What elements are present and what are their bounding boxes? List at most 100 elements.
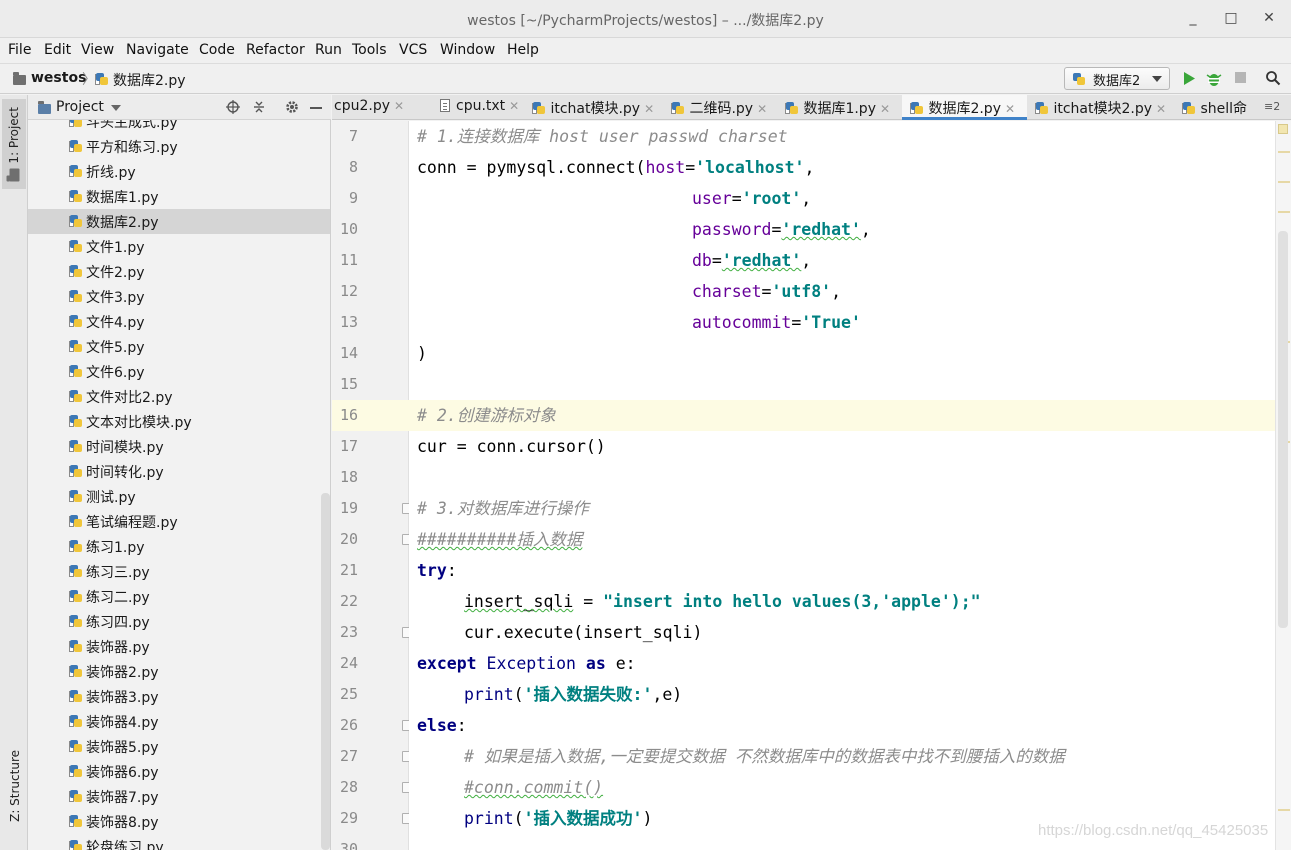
code-string: '插入数据成功' bbox=[523, 809, 643, 828]
menu-file[interactable]: File bbox=[8, 42, 31, 58]
hide-panel-icon[interactable] bbox=[310, 107, 322, 109]
tree-file-item[interactable]: 笔试编程题.py bbox=[28, 509, 330, 534]
breadcrumb-project[interactable]: westos bbox=[31, 70, 86, 86]
close-icon[interactable]: ✕ bbox=[394, 99, 404, 113]
tree-file-item[interactable]: 文件1.py bbox=[28, 234, 330, 259]
code-param: charset bbox=[692, 282, 762, 301]
python-file-icon bbox=[95, 72, 109, 86]
search-icon[interactable] bbox=[1265, 70, 1281, 86]
marker[interactable] bbox=[1278, 809, 1290, 811]
gear-icon[interactable] bbox=[285, 100, 299, 114]
menu-vcs[interactable]: VCS bbox=[399, 42, 427, 58]
close-icon[interactable]: ✕ bbox=[1156, 102, 1166, 116]
tree-file-item[interactable]: 装饰器7.py bbox=[28, 784, 330, 809]
python-file-icon bbox=[69, 689, 83, 703]
menu-refactor[interactable]: Refactor bbox=[246, 42, 305, 58]
tree-file-item[interactable]: 装饰器6.py bbox=[28, 759, 330, 784]
tree-file-item[interactable]: 练习四.py bbox=[28, 609, 330, 634]
run-icon[interactable] bbox=[1182, 71, 1196, 86]
tab-cpu2[interactable]: cpu2.py ✕ bbox=[332, 95, 434, 120]
project-view-select[interactable]: Project bbox=[56, 99, 104, 115]
structure-tool-tab[interactable]: Z: Structure bbox=[8, 750, 22, 822]
tree-file-item[interactable]: 装饰器4.py bbox=[28, 709, 330, 734]
locate-icon[interactable] bbox=[226, 100, 240, 114]
tree-file-item[interactable]: 测试.py bbox=[28, 484, 330, 509]
tree-file-item[interactable]: 斗头主成式.py bbox=[28, 120, 330, 134]
tree-file-item[interactable]: 文件5.py bbox=[28, 334, 330, 359]
menu-help[interactable]: Help bbox=[507, 42, 539, 58]
editor-scrollbar[interactable] bbox=[1278, 231, 1288, 628]
tree-file-item[interactable]: 练习1.py bbox=[28, 534, 330, 559]
tree-file-item[interactable]: 练习三.py bbox=[28, 559, 330, 584]
python-file-icon bbox=[785, 101, 799, 115]
code-line-24: except Exception as e: bbox=[409, 648, 1275, 679]
tree-file-item[interactable]: 装饰器.py bbox=[28, 634, 330, 659]
debug-icon[interactable] bbox=[1206, 70, 1222, 87]
text-file-icon bbox=[440, 99, 450, 112]
tree-file-item[interactable]: 时间模块.py bbox=[28, 434, 330, 459]
marker[interactable] bbox=[1278, 211, 1290, 213]
tree-file-label: 折线.py bbox=[86, 165, 136, 181]
code-string: 'redhat' bbox=[721, 251, 802, 270]
menu-run[interactable]: Run bbox=[315, 42, 342, 58]
tree-file-item[interactable]: 文本对比模块.py bbox=[28, 409, 330, 434]
code-editor[interactable]: # 1.连接数据库 host user passwd charset conn … bbox=[409, 121, 1275, 850]
project-scrollbar[interactable] bbox=[321, 493, 330, 850]
maximize-button[interactable]: □ bbox=[1221, 8, 1241, 28]
tree-file-item[interactable]: 数据库1.py bbox=[28, 184, 330, 209]
tree-file-item[interactable]: 装饰器8.py bbox=[28, 809, 330, 834]
tree-file-item[interactable]: 折线.py bbox=[28, 159, 330, 184]
tree-file-item[interactable]: 练习二.py bbox=[28, 584, 330, 609]
tree-file-item[interactable]: 文件3.py bbox=[28, 284, 330, 309]
breadcrumb-separator: 〉 bbox=[82, 72, 96, 88]
tree-file-label: 文件2.py bbox=[86, 265, 145, 281]
menu-edit[interactable]: Edit bbox=[44, 42, 71, 58]
tab-database2[interactable]: 数据库2.py ✕ bbox=[902, 95, 1027, 120]
tree-file-item[interactable]: 装饰器5.py bbox=[28, 734, 330, 759]
menu-navigate[interactable]: Navigate bbox=[126, 42, 189, 58]
tab-database1[interactable]: 数据库1.py ✕ bbox=[785, 95, 902, 120]
tab-itchat2[interactable]: itchat模块2.py ✕ bbox=[1035, 95, 1177, 120]
tree-file-item[interactable]: 时间转化.py bbox=[28, 459, 330, 484]
line-number: 11 bbox=[339, 251, 358, 269]
tree-file-item[interactable]: 装饰器3.py bbox=[28, 684, 330, 709]
stop-icon[interactable] bbox=[1235, 72, 1246, 83]
breadcrumb-file[interactable]: 数据库2.py bbox=[113, 70, 186, 90]
python-file-icon bbox=[69, 739, 83, 753]
menu-tools[interactable]: Tools bbox=[352, 42, 387, 58]
tree-file-item[interactable]: 数据库2.py bbox=[28, 209, 330, 234]
close-icon[interactable]: ✕ bbox=[757, 102, 767, 116]
chevron-down-icon[interactable] bbox=[111, 105, 121, 111]
menu-window[interactable]: Window bbox=[440, 42, 495, 58]
minimize-button[interactable]: _ bbox=[1183, 8, 1203, 28]
inspection-status-icon[interactable] bbox=[1278, 124, 1288, 134]
close-icon[interactable]: ✕ bbox=[644, 102, 654, 116]
tree-file-item[interactable]: 装饰器2.py bbox=[28, 659, 330, 684]
code-line-9: user='root', bbox=[692, 189, 812, 208]
close-button[interactable]: ✕ bbox=[1259, 8, 1279, 28]
tab-overflow-button[interactable]: ≡2 bbox=[1264, 100, 1280, 113]
close-icon[interactable]: ✕ bbox=[1005, 102, 1015, 116]
close-icon[interactable]: ✕ bbox=[880, 102, 890, 116]
tab-cpu-txt[interactable]: cpu.txt ✕ bbox=[436, 95, 542, 120]
tree-file-item[interactable]: 文件2.py bbox=[28, 259, 330, 284]
marker[interactable] bbox=[1278, 151, 1290, 153]
menu-code[interactable]: Code bbox=[199, 42, 235, 58]
tree-file-item[interactable]: 文件6.py bbox=[28, 359, 330, 384]
tree-file-item[interactable]: 平方和练习.py bbox=[28, 134, 330, 159]
code-line-21: try: bbox=[417, 561, 457, 580]
window-titlebar: westos [~/PycharmProjects/westos] – .../… bbox=[0, 0, 1291, 38]
marker[interactable] bbox=[1278, 181, 1290, 183]
tab-qrcode[interactable]: 二维码.py ✕ bbox=[671, 95, 777, 120]
tree-file-item[interactable]: 轮盘练习.py bbox=[28, 834, 330, 850]
tab-shell[interactable]: shell命 bbox=[1182, 95, 1262, 120]
menu-view[interactable]: View bbox=[81, 42, 114, 58]
line-number: 10 bbox=[339, 220, 358, 238]
collapse-all-icon[interactable] bbox=[252, 100, 266, 114]
run-configuration-select[interactable]: 数据库2 bbox=[1064, 67, 1170, 90]
tab-label: 数据库1.py bbox=[803, 101, 876, 117]
tree-file-item[interactable]: 文件对比2.py bbox=[28, 384, 330, 409]
tree-file-item[interactable]: 文件4.py bbox=[28, 309, 330, 334]
close-icon[interactable]: ✕ bbox=[509, 99, 519, 113]
tab-itchat[interactable]: itchat模块.py ✕ bbox=[532, 95, 660, 120]
